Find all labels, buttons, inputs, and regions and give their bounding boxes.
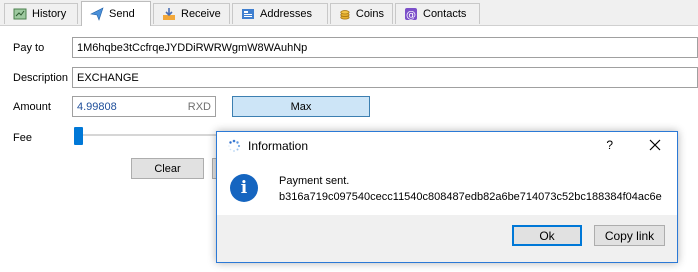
- max-button-label: Max: [290, 100, 312, 113]
- ok-button[interactable]: Ok: [512, 225, 582, 246]
- description-value: EXCHANGE: [77, 71, 139, 84]
- clear-button-label: Clear: [154, 162, 181, 175]
- copy-link-button-label: Copy link: [604, 228, 655, 243]
- description-label: Description: [13, 72, 69, 84]
- tab-receive[interactable]: Receive: [153, 3, 230, 24]
- receive-icon: [163, 8, 175, 20]
- amount-input[interactable]: 4.99808 RXD: [72, 96, 216, 117]
- copy-link-button[interactable]: Copy link: [594, 225, 665, 246]
- coins-icon: [340, 10, 350, 20]
- dialog-body: i Payment sent. b316a719c097540cecc11540…: [217, 160, 677, 215]
- tab-label: Send: [109, 8, 135, 20]
- pay-to-input[interactable]: 1M6hqbe3tCcfrqeJYDDiRWRWgmW8WAuhNp: [72, 37, 698, 58]
- tab-label: Coins: [355, 8, 384, 20]
- fee-label: Fee: [13, 132, 32, 144]
- message-line-2: b316a719c097540cecc11540c808487edb82a6be…: [279, 191, 662, 203]
- dialog-footer: Ok Copy link: [217, 215, 677, 262]
- info-icon: i: [230, 174, 258, 202]
- dialog-message: Payment sent. b316a719c097540cecc11540c8…: [279, 173, 662, 205]
- close-icon[interactable]: [647, 137, 663, 153]
- tab-coins[interactable]: Coins: [330, 3, 393, 24]
- tab-label: Receive: [181, 8, 221, 20]
- tab-history[interactable]: History: [4, 3, 78, 24]
- tab-label: Addresses: [260, 8, 312, 20]
- clear-button[interactable]: Clear: [131, 158, 204, 179]
- tab-contacts[interactable]: @ Contacts: [395, 3, 480, 24]
- pay-to-label: Pay to: [13, 42, 45, 54]
- information-dialog: Information ? i Payment sent. b316a719c0…: [216, 131, 678, 263]
- svg-text:@: @: [406, 10, 416, 21]
- tab-send[interactable]: Send: [81, 1, 151, 26]
- fee-slider-handle[interactable]: [74, 127, 83, 145]
- history-icon: [13, 8, 27, 20]
- amount-label: Amount: [13, 101, 51, 113]
- loading-icon: [228, 139, 241, 152]
- tab-bar: History Send Receive Addresses Coins @ C…: [0, 0, 698, 26]
- fee-slider-track[interactable]: [74, 134, 224, 136]
- addresses-icon: [242, 9, 254, 19]
- amount-value: 4.99808: [77, 100, 117, 113]
- send-icon: [90, 7, 104, 21]
- max-button[interactable]: Max: [232, 96, 370, 117]
- pay-to-value: 1M6hqbe3tCcfrqeJYDDiRWRWgmW8WAuhNp: [77, 41, 308, 54]
- contacts-icon: @: [405, 8, 417, 21]
- dialog-title-bar: Information ?: [217, 132, 677, 160]
- description-input[interactable]: EXCHANGE: [72, 67, 698, 88]
- message-line-1: Payment sent.: [279, 175, 350, 187]
- dialog-title: Information: [248, 139, 309, 153]
- tab-label: Contacts: [423, 8, 467, 20]
- amount-unit: RXD: [187, 100, 211, 113]
- tab-label: History: [32, 8, 67, 20]
- help-button[interactable]: ?: [606, 138, 613, 152]
- ok-button-label: Ok: [539, 228, 555, 243]
- tab-addresses[interactable]: Addresses: [232, 3, 328, 24]
